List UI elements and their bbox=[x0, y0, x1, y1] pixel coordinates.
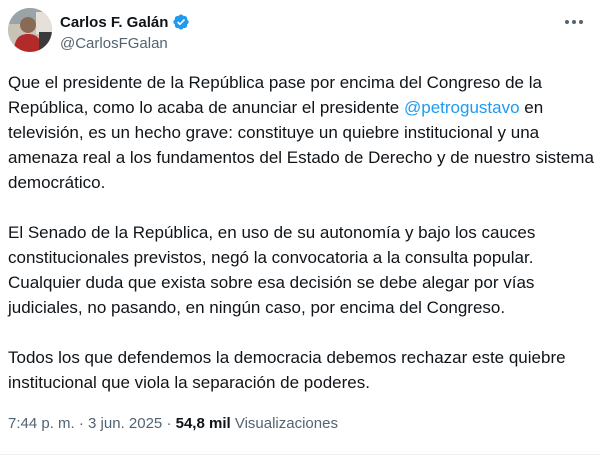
tweet-card: Carlos F. Galán @CarlosFGalan Que el pre… bbox=[0, 0, 600, 455]
author-info: Carlos F. Galán @CarlosFGalan bbox=[60, 12, 190, 54]
tweet-metadata: 7:44 p. m. · 3 jun. 2025 · 54,8 mil Visu… bbox=[8, 414, 338, 434]
tweet-paragraph-2: El Senado de la República, en uso de su … bbox=[8, 223, 536, 317]
author-display-name[interactable]: Carlos F. Galán bbox=[60, 14, 168, 31]
tweet-date[interactable]: 3 jun. 2025 bbox=[88, 415, 162, 432]
avatar[interactable] bbox=[8, 8, 52, 52]
more-horizontal-icon bbox=[565, 20, 583, 24]
tweet-header: Carlos F. Galán @CarlosFGalan bbox=[8, 8, 592, 56]
tweet-paragraph-1: Que el presidente de la República pase p… bbox=[8, 70, 594, 195]
tweet-text: Que el presidente de la República pase p… bbox=[8, 70, 594, 395]
views-count: 54,8 mil bbox=[175, 415, 231, 432]
tweet-paragraph-3: Todos los que defendemos la democracia d… bbox=[8, 348, 566, 392]
mention-link[interactable]: @petrogustavo bbox=[404, 98, 520, 117]
views-label: Visualizaciones bbox=[230, 415, 338, 432]
tweet-time[interactable]: 7:44 p. m. bbox=[8, 415, 75, 432]
separator-dot: · bbox=[74, 415, 89, 432]
author-handle[interactable]: @CarlosFGalan bbox=[60, 34, 190, 54]
more-options-button[interactable] bbox=[562, 12, 586, 32]
avatar-photo bbox=[8, 8, 52, 52]
separator-dot: · bbox=[162, 415, 176, 432]
verified-badge-icon bbox=[173, 14, 190, 30]
